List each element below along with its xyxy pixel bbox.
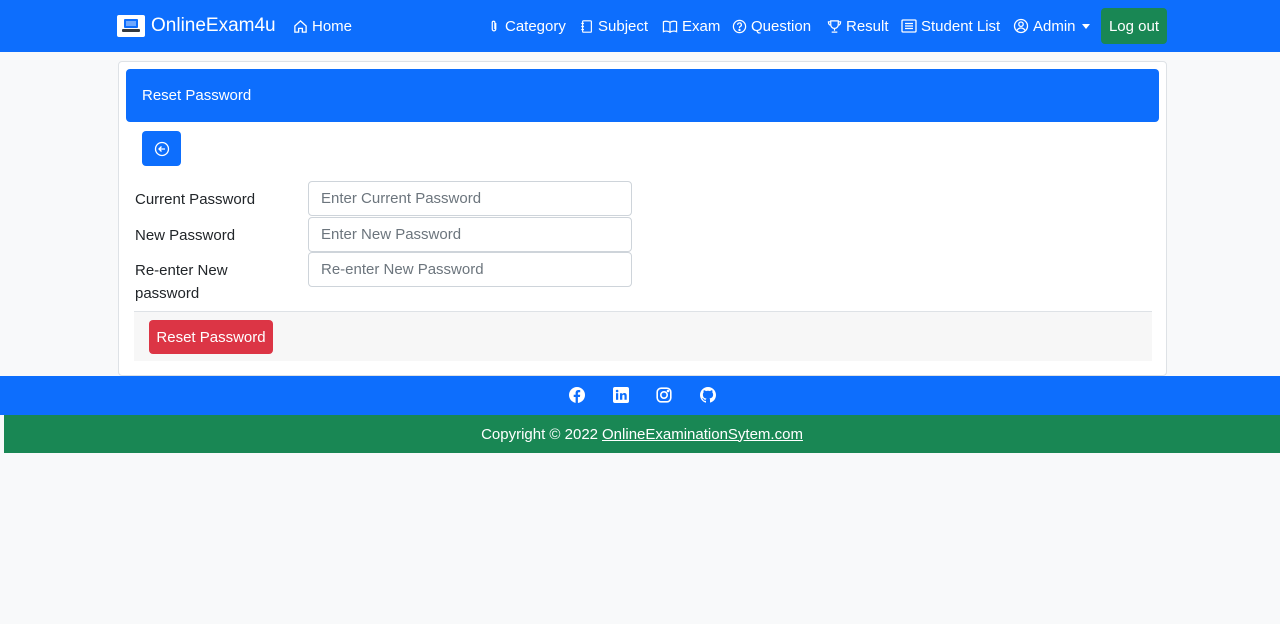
reenter-password-input[interactable] [308, 252, 632, 287]
arrow-left-circle-icon [154, 141, 169, 156]
nav-result[interactable]: Result [827, 15, 889, 37]
new-password-input[interactable] [308, 217, 632, 252]
facebook-icon[interactable] [568, 386, 586, 404]
nav-home[interactable]: Home [293, 15, 352, 37]
linkedin-icon[interactable] [612, 386, 630, 404]
exam-logo-icon [117, 15, 145, 37]
navbar: OnlineExam4u Home Category Subject Exam … [0, 0, 1280, 52]
card-header: Reset Password [126, 69, 1159, 122]
copyright-text: Copyright © 2022 [481, 425, 599, 443]
nav-category[interactable]: Category [487, 15, 566, 37]
brand-link[interactable]: OnlineExam4u [117, 13, 276, 39]
nav-subject[interactable]: Subject [580, 15, 648, 37]
instagram-icon[interactable] [655, 386, 673, 404]
copyright-bar: Copyright © 2022 OnlineExaminationSytem.… [4, 415, 1280, 453]
nav-question-label: Question [751, 17, 812, 35]
nav-admin-dropdown[interactable]: Admin [1013, 15, 1090, 37]
list-icon [901, 19, 917, 33]
nav-student-list-label: Student List [921, 17, 1001, 35]
trophy-icon [827, 19, 842, 33]
nav-student-list[interactable]: Student List [901, 15, 1000, 37]
question-circle-icon [732, 19, 747, 33]
book-icon [662, 20, 678, 33]
logout-button[interactable]: Log out [1101, 8, 1167, 44]
reset-password-card: Reset Password Current Password New Pass… [118, 61, 1167, 376]
nav-question[interactable]: Question [732, 15, 811, 37]
nav-admin-label: Admin [1033, 17, 1076, 35]
nav-exam[interactable]: Exam [662, 15, 720, 37]
copyright-link[interactable]: OnlineExaminationSytem.com [602, 426, 803, 443]
new-password-label: New Password [135, 227, 236, 244]
card-title: Reset Password [142, 87, 252, 104]
github-icon[interactable] [699, 386, 717, 404]
nav-exam-label: Exam [682, 17, 721, 35]
chevron-down-icon [1081, 23, 1090, 29]
card-footer: Reset Password [134, 311, 1152, 361]
social-bar [0, 376, 1280, 415]
nav-home-label: Home [312, 17, 353, 35]
back-button[interactable] [142, 131, 181, 166]
journal-icon [581, 19, 592, 33]
person-circle-icon [1013, 18, 1029, 34]
current-password-label: Current Password [135, 191, 256, 208]
nav-subject-label: Subject [598, 17, 649, 35]
house-icon [294, 19, 307, 33]
paperclip-icon [491, 20, 497, 31]
reenter-password-label: Re-enter New password [135, 262, 228, 302]
reset-password-button[interactable]: Reset Password [149, 320, 273, 354]
nav-result-label: Result [846, 17, 889, 35]
current-password-input[interactable] [308, 181, 632, 216]
nav-category-label: Category [505, 17, 566, 35]
brand-name: OnlineExam4u [151, 15, 276, 36]
